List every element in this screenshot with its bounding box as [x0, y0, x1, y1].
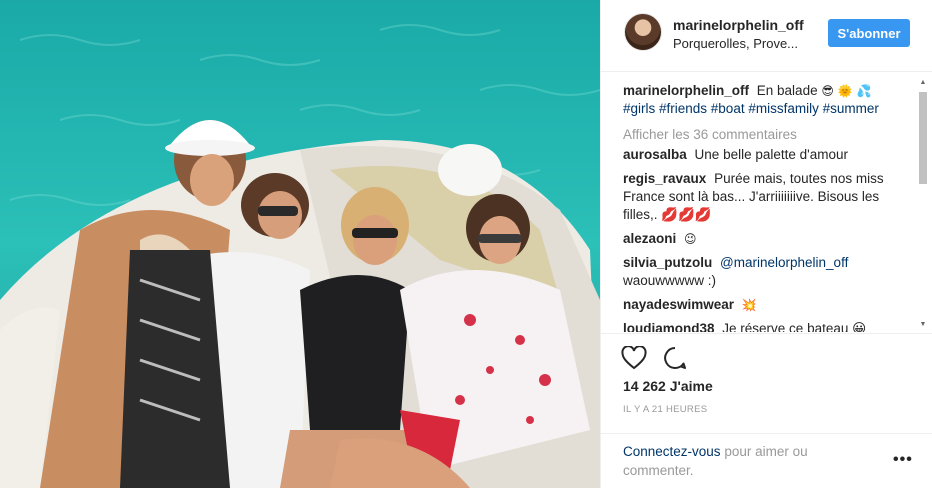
comment-username[interactable]: regis_ravaux [623, 171, 706, 186]
comment-username[interactable]: loudiamond38 [623, 321, 715, 332]
comment-username[interactable]: silvia_putzolu [623, 255, 712, 270]
comment-icon[interactable] [663, 346, 687, 370]
login-link[interactable]: Connectez-vous [623, 444, 721, 459]
heart-icon[interactable] [621, 346, 647, 370]
scroll-thumb[interactable] [919, 92, 927, 184]
follow-button[interactable]: S'abonner [828, 19, 910, 47]
list-item: loudiamond38 Je réserve ce bateau 😀 [623, 320, 913, 332]
caption-emojis: 😎 🌞 💦 [821, 84, 872, 98]
comment-text: Une belle palette d'amour [694, 147, 848, 162]
caption-hashtags[interactable]: #girls #friends #boat #missfamily #summe… [623, 101, 879, 116]
comments-scrollbar[interactable]: ▲ ▼ [918, 78, 928, 330]
comments-list: marinelorphelin_off En balade 😎 🌞 💦 #gir… [623, 82, 913, 332]
list-item: silvia_putzolu @marinelorphelin_off waou… [623, 254, 913, 290]
caption-username[interactable]: marinelorphelin_off [623, 83, 749, 98]
comment-username[interactable]: alezaoni [623, 231, 676, 246]
list-item: aurosalba Une belle palette d'amour [623, 146, 913, 164]
photo-illustration [0, 0, 600, 488]
caption-text: En balade [756, 83, 818, 98]
more-options-icon[interactable]: ••• [893, 451, 913, 469]
list-item: alezaoni 😉 [623, 230, 913, 248]
post-header: marinelorphelin_off Porquerolles, Prove.… [601, 0, 932, 72]
login-text: Connectez-vous pour aimer ou commenter. [623, 442, 853, 480]
scroll-down-arrow-icon[interactable]: ▼ [918, 320, 928, 330]
list-item: regis_ravaux Purée mais, toutes nos miss… [623, 170, 913, 224]
comment-text: waouwwwww :) [623, 273, 717, 288]
show-comments-link[interactable]: Afficher les 36 commentaires [623, 126, 913, 144]
comment-text: Je réserve ce bateau 😀 [722, 321, 867, 332]
caption: marinelorphelin_off En balade 😎 🌞 💦 #gir… [623, 82, 913, 118]
comment-username[interactable]: aurosalba [623, 147, 687, 162]
comment-username[interactable]: nayadeswimwear [623, 297, 734, 312]
list-item: nayadeswimwear 💥 [623, 296, 913, 314]
post-actions: 14 262 J'aime IL Y A 21 HEURES [601, 333, 932, 433]
header-username[interactable]: marinelorphelin_off [673, 17, 804, 33]
likes-count[interactable]: 14 262 J'aime [623, 378, 713, 394]
scroll-up-arrow-icon[interactable]: ▲ [918, 78, 928, 88]
header-location[interactable]: Porquerolles, Prove... [673, 36, 798, 51]
post-side-panel: marinelorphelin_off Porquerolles, Prove.… [600, 0, 932, 488]
login-prompt: Connectez-vous pour aimer ou commenter. … [601, 433, 932, 488]
comment-mention[interactable]: @marinelorphelin_off [720, 255, 848, 270]
post-timestamp: IL Y A 21 HEURES [623, 404, 708, 415]
comment-text: 💥 [741, 298, 757, 312]
avatar[interactable] [624, 13, 662, 51]
post-photo[interactable] [0, 0, 600, 488]
comment-text: 😉 [684, 232, 697, 246]
